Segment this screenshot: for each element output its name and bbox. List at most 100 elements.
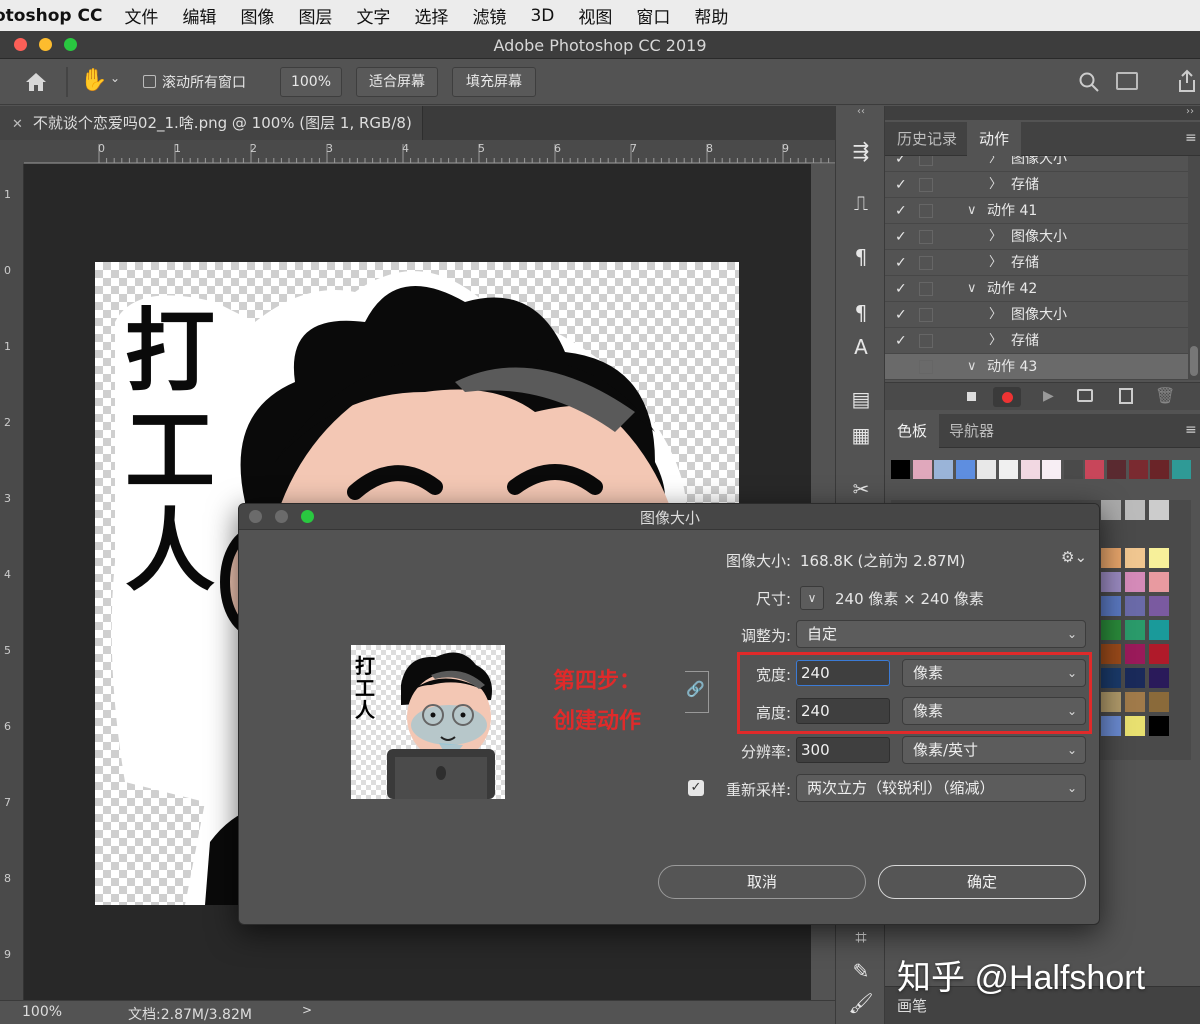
menu-app-name[interactable]: otoshop CC: [0, 6, 102, 26]
dialog-toggle[interactable]: [919, 204, 933, 218]
color-swatch[interactable]: [955, 460, 975, 479]
zoom-100-button[interactable]: 100%: [280, 67, 342, 97]
action-row-selected[interactable]: ∨ 动作 43: [885, 354, 1188, 380]
dialog-toggle[interactable]: [919, 178, 933, 192]
chevron-right-icon[interactable]: 〉: [989, 172, 1002, 198]
panel-menu-icon[interactable]: ≡: [1185, 130, 1197, 146]
menu-type[interactable]: 文字: [356, 3, 390, 28]
check-icon[interactable]: ✓: [895, 172, 907, 198]
link-icon[interactable]: 🔗: [686, 680, 705, 702]
color-swatch[interactable]: [934, 460, 954, 479]
color-swatch[interactable]: [1150, 460, 1170, 479]
chevron-down-icon[interactable]: ∨: [967, 354, 977, 380]
fit-to-select[interactable]: 自定 ⌄: [796, 620, 1086, 648]
scroll-all-checkbox[interactable]: [143, 75, 156, 88]
color-swatch[interactable]: [1171, 460, 1191, 479]
vertical-ruler[interactable]: 1 0 1 2 3 4 5 6 7 8 9: [0, 164, 24, 1000]
ok-button[interactable]: 确定: [878, 865, 1086, 899]
dialog-toggle[interactable]: [919, 156, 933, 166]
action-row[interactable]: ✓ ∨ 动作 41: [885, 198, 1188, 224]
height-unit-select[interactable]: 像素 ⌄: [902, 697, 1086, 725]
action-row[interactable]: ✓ 〉 存储: [885, 328, 1188, 354]
status-menu-icon[interactable]: >: [302, 1003, 312, 1017]
play-icon[interactable]: ▶: [1043, 388, 1054, 404]
trash-icon[interactable]: 🗑: [1155, 386, 1175, 405]
action-row[interactable]: ✓ 〉 图像大小: [885, 224, 1188, 250]
menu-3d[interactable]: 3D: [530, 6, 554, 26]
chevron-right-icon[interactable]: 〉: [989, 156, 1002, 172]
action-row[interactable]: ✓ ∨ 动作 42: [885, 276, 1188, 302]
zoom-readout[interactable]: 100%: [22, 1004, 62, 1020]
scrollbar-thumb[interactable]: [1190, 346, 1198, 376]
check-icon[interactable]: ✓: [895, 198, 907, 224]
resample-select[interactable]: 两次立方（较锐利）（缩减） ⌄: [796, 774, 1086, 802]
chevron-right-icon[interactable]: 〉: [989, 224, 1002, 250]
chevron-down-icon[interactable]: ∨: [967, 198, 977, 224]
record-button[interactable]: [993, 387, 1021, 407]
clone-stamp-icon[interactable]: ⎍: [848, 190, 874, 216]
close-tab-icon[interactable]: ✕: [12, 117, 23, 132]
image-preview[interactable]: 打 工 人: [351, 645, 505, 799]
color-swatch[interactable]: [912, 460, 932, 479]
dialog-toggle[interactable]: [919, 282, 933, 296]
check-icon[interactable]: ✓: [895, 250, 907, 276]
collapse-icon[interactable]: ‹‹: [836, 106, 886, 120]
swatch-grid-visible[interactable]: [1101, 500, 1191, 760]
zoom-window-button[interactable]: [64, 38, 77, 51]
resolution-input[interactable]: 300: [796, 737, 890, 763]
check-icon[interactable]: ✓: [895, 156, 907, 172]
properties-icon[interactable]: ▤: [848, 386, 874, 412]
menu-file[interactable]: 文件: [124, 3, 158, 28]
action-row[interactable]: ✓ 〉 图像大小: [885, 302, 1188, 328]
dialog-toggle[interactable]: [919, 256, 933, 270]
resolution-unit-select[interactable]: 像素/英寸 ⌄: [902, 736, 1086, 764]
chevron-right-icon[interactable]: 〉: [989, 328, 1002, 354]
width-input[interactable]: 240: [796, 660, 890, 686]
tab-navigator[interactable]: 导航器: [937, 414, 1006, 448]
close-window-button[interactable]: [14, 38, 27, 51]
menu-filter[interactable]: 滤镜: [472, 3, 506, 28]
crop-icon[interactable]: ⌗: [848, 924, 874, 950]
menu-window[interactable]: 窗口: [636, 3, 670, 28]
eyedropper-icon[interactable]: ✎: [848, 958, 874, 984]
menu-select[interactable]: 选择: [414, 3, 448, 28]
share-icon[interactable]: [1176, 69, 1198, 93]
tab-history[interactable]: 历史记录: [885, 122, 969, 156]
check-icon[interactable]: ✓: [895, 302, 907, 328]
action-row[interactable]: ✓ 〉 图像大小: [885, 156, 1188, 172]
folder-icon[interactable]: [1077, 389, 1093, 402]
action-row[interactable]: ✓ 〉 存储: [885, 250, 1188, 276]
fill-screen-button[interactable]: 填充屏幕: [452, 67, 536, 97]
tab-swatches[interactable]: 色板: [885, 414, 940, 448]
chevron-right-icon[interactable]: 〉: [989, 302, 1002, 328]
color-swatch[interactable]: [999, 460, 1018, 479]
stop-icon[interactable]: [967, 392, 976, 401]
width-unit-select[interactable]: 像素 ⌄: [902, 659, 1086, 687]
hand-tool-icon[interactable]: ✋: [80, 68, 107, 94]
minimize-window-button[interactable]: [39, 38, 52, 51]
fit-screen-button[interactable]: 适合屏幕: [356, 67, 438, 97]
scrollbar[interactable]: [1188, 156, 1200, 380]
character-style-icon[interactable]: A: [848, 334, 874, 360]
color-swatch[interactable]: [1020, 460, 1040, 479]
dimensions-dropdown[interactable]: ∨: [800, 586, 824, 610]
check-icon[interactable]: ✓: [895, 328, 907, 354]
action-row[interactable]: ✓ 〉 存储: [885, 172, 1188, 198]
dialog-toggle[interactable]: [919, 334, 933, 348]
menu-edit[interactable]: 编辑: [182, 3, 216, 28]
cancel-button[interactable]: 取消: [658, 865, 866, 899]
gear-icon[interactable]: ⚙⌄: [1061, 548, 1087, 566]
dialog-toggle[interactable]: [919, 360, 933, 374]
new-action-icon[interactable]: [1119, 388, 1133, 404]
home-icon[interactable]: [24, 71, 48, 93]
panel-menu-icon[interactable]: ≡: [1185, 422, 1197, 438]
chevron-down-icon[interactable]: ⌄: [110, 71, 120, 85]
brush-icon[interactable]: 🖌: [848, 990, 874, 1016]
menu-layer[interactable]: 图层: [298, 3, 332, 28]
color-swatch[interactable]: [1085, 460, 1105, 479]
color-swatch[interactable]: [977, 460, 997, 479]
history-brush-icon[interactable]: ⇶: [848, 138, 874, 164]
chevron-down-icon[interactable]: ∨: [967, 276, 977, 302]
document-tab[interactable]: ✕ 不就谈个恋爱吗02_1.啥.png @ 100% (图层 1, RGB/8): [0, 106, 423, 140]
menu-help[interactable]: 帮助: [694, 3, 728, 28]
